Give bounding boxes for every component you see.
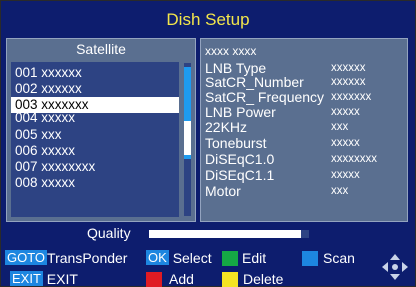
satellite-item[interactable]: 006 xxxxx [11,143,179,159]
exit-hint[interactable]: EXIT EXIT [10,271,78,287]
add-label[interactable]: Add [169,271,194,287]
info-label: 22KHz [205,119,248,135]
satellite-item[interactable]: 005 xxx [11,127,179,143]
green-button-icon [222,251,238,266]
satellite-list: 001 xxxxxx 002 xxxxxx 003 xxxxxxx 004 xx… [11,62,179,217]
ok-select-hint[interactable]: OK Select [146,250,212,266]
delete-label[interactable]: Delete [243,271,283,287]
info-row-motor[interactable]: Motor xxx [205,183,403,199]
info-header: xxxx xxxx [205,44,257,58]
info-value: xxxxxx [331,76,366,88]
info-label: Motor [205,183,241,199]
info-row-diseqc10[interactable]: DiSEqC1.0 xxxxxxxx [205,151,403,167]
info-row-toneburst[interactable]: Toneburst xxxxx [205,135,403,151]
satellite-panel: Satellite 001 xxxxxx 002 xxxxxx 003 xxxx… [6,38,196,222]
satellite-item[interactable]: 007 xxxxxxxx [11,159,179,175]
info-label: SatCR_ Frequency [205,89,325,105]
info-row-satcr-number[interactable]: SatCR_Number xxxxxx [205,74,403,90]
info-row-diseqc11[interactable]: DiSEqC1.1 xxxxx [205,167,403,183]
info-value: xxx [331,185,349,197]
satellite-item[interactable]: 004 xxxxx [11,110,179,126]
blue-button-icon [302,251,318,266]
red-button-icon [146,272,162,287]
info-row-lnb-power[interactable]: LNB Power xxxxx [205,104,403,120]
info-label: Toneburst [205,135,267,151]
satellite-scrollbar[interactable] [184,63,191,216]
goto-label: TransPonder [47,250,128,266]
info-value: xxxxxxx [331,91,372,103]
exit-label: EXIT [46,271,78,287]
quality-label: Quality [87,225,131,241]
yellow-button-icon [222,272,238,287]
satellite-item[interactable]: 001 xxxxxx [11,65,179,81]
info-value: xxx [331,121,349,133]
goto-key: GOTO [5,250,48,265]
satellite-item[interactable]: 002 xxxxxx [11,81,179,97]
quality-bar-fill [149,230,301,238]
scan-label[interactable]: Scan [323,250,355,266]
quality-bar [149,230,309,238]
satellite-header: Satellite [76,41,126,57]
info-value: xxxxx [331,137,360,149]
info-label: LNB Power [205,104,276,120]
scrollbar-position-marker [184,121,191,155]
ok-label: Select [172,250,212,266]
exit-key: EXIT [10,271,43,286]
satellite-item[interactable]: 008 xxxxx [11,175,179,191]
ok-key: OK [146,250,169,265]
navigation-arrows-icon [382,254,408,280]
lnb-info-panel: xxxx xxxx LNB Type xxxxxx SatCR_Number x… [200,38,408,222]
dish-setup-screen: Dish Setup Satellite 001 xxxxxx 002 xxxx… [1,1,415,287]
info-label: DiSEqC1.1 [205,167,275,183]
info-value: xxxxxxxx [331,153,377,165]
goto-transponder-hint[interactable]: GOTO TransPonder [5,250,127,266]
info-label: SatCR_Number [205,74,304,90]
edit-label[interactable]: Edit [242,250,266,266]
info-value: xxxxx [331,169,360,181]
info-row-satcr-frequency[interactable]: SatCR_ Frequency xxxxxxx [205,89,403,105]
page-title: Dish Setup [166,10,250,29]
info-value: xxxxx [331,106,360,118]
info-label: DiSEqC1.0 [205,151,275,167]
info-row-22khz[interactable]: 22KHz xxx [205,119,403,135]
